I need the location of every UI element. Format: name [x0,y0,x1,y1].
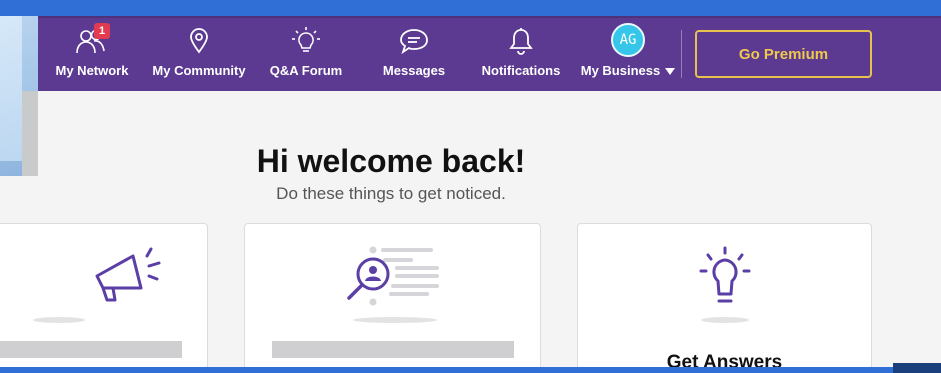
nav-label: Messages [382,63,446,78]
nav-item-notifications[interactable]: Notifications [477,16,565,91]
browser-top-strip [0,0,941,16]
avatar: AG [608,22,648,57]
nav-item-my-business[interactable]: AG My Business [578,16,678,91]
bottom-corner-element [893,363,941,373]
welcome-title: Hi welcome back! [256,143,526,179]
card-title-placeholder [0,341,182,358]
nav-item-my-network[interactable]: 1 My Network [52,16,132,91]
nav-label: Q&A Forum [269,63,343,78]
icon-shadow [353,317,437,323]
megaphone-icon [89,246,169,313]
lightbulb-icon [693,246,757,313]
left-side-panel-inner [0,16,22,161]
icon-shadow [700,317,749,323]
profile-search-icon [343,244,443,311]
nav-label-with-dropdown: My Business [580,63,676,78]
nav-label: Notifications [481,63,561,78]
nav-label: My Network [55,63,129,78]
onboarding-card-3[interactable]: Get Answers [577,223,872,373]
chat-bubble-icon [394,25,434,57]
nav-item-qa-forum[interactable]: Q&A Forum [266,16,346,91]
caret-down-icon [665,68,676,76]
go-premium-button[interactable]: Go Premium [695,30,872,78]
nav-item-my-community[interactable]: My Community [150,16,248,91]
nav-label: My Business [580,63,661,78]
icon-shadow [33,317,85,323]
nav-item-messages[interactable]: Messages [378,16,450,91]
card-title-placeholder [272,341,514,358]
notification-badge: 1 [94,23,110,39]
navbar-shadow [0,16,941,18]
map-pin-icon [179,25,219,57]
onboarding-card-1[interactable] [0,223,208,373]
welcome-subtitle: Do these things to get noticed. [276,184,506,203]
bell-icon [501,25,541,57]
lightbulb-icon [286,25,326,57]
people-icon: 1 [72,23,112,57]
nav-label: My Community [152,63,246,78]
avatar-initials: AG [611,22,645,57]
nav-divider [681,30,682,78]
browser-bottom-strip [0,367,941,373]
onboarding-card-2[interactable] [244,223,541,373]
